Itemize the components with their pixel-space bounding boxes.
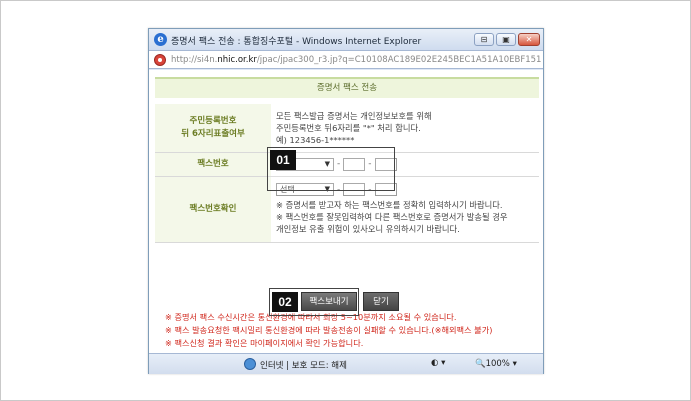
ssn-label-line1: 주민등록번호 <box>189 115 237 126</box>
form-row-ssn: 주민등록번호 뒤 6자리표출여부 모든 팩스발급 증명서는 개인정보보호를 위해… <box>155 104 539 153</box>
zone-status: 인터넷 | 보호 모드: 해제 <box>260 361 347 371</box>
send-fax-button[interactable]: 팩스보내기 <box>301 292 357 311</box>
callout-badge-02: 02 <box>272 292 298 312</box>
ssn-info-line: 모든 팩스발급 증명서는 개인정보보호를 위해 <box>276 110 432 121</box>
security-warning-icon <box>154 54 166 66</box>
fax-confirm-note: ※ 팩스번호를 잘못입력하여 다른 팩스번호로 증명서가 발송될 경우 <box>276 212 508 222</box>
zoom-level[interactable]: 🔍100% ▾ <box>475 359 517 369</box>
status-bar: 인터넷 | 보호 모드: 해제 ◐ ▾ 🔍100% ▾ <box>149 353 543 374</box>
restore-button[interactable]: ▣ <box>496 33 516 46</box>
close-button[interactable]: 닫기 <box>363 292 399 311</box>
url-domain: nhic.or.kr <box>217 55 257 65</box>
ssn-info-line: 주민등록번호 뒤6자리를 "*" 처리 합니다. <box>276 122 421 133</box>
ie-logo-icon: e <box>154 33 167 46</box>
ssn-info: 모든 팩스발급 증명서는 개인정보보호를 위해 주민등록번호 뒤6자리를 "*"… <box>271 104 539 153</box>
notice-item: ※ 팩스신청 결과 확인은 마이페이지에서 확인 가능합니다. <box>165 338 364 348</box>
window-title: 증명서 팩스 전송 : 통합징수포털 - Windows Internet Ex… <box>171 37 422 47</box>
url-prefix: http://si4n. <box>171 55 218 65</box>
address-bar[interactable]: http://si4n.nhic.or.kr/jpac/jpac300_r3.j… <box>149 51 543 69</box>
ssn-label: 주민등록번호 뒤 6자리표출여부 <box>155 104 271 153</box>
fax-confirm-note: 개인정보 유출 위험이 있사오니 유의하시기 바랍니다. <box>276 224 460 234</box>
fax-number-label: 팩스번호 <box>155 152 271 177</box>
security-settings-icon[interactable]: ◐ ▾ <box>431 358 445 368</box>
fax-confirm-note: ※ 증명서를 받고자 하는 팩스번호를 정확히 입력하시기 바랍니다. <box>276 200 503 210</box>
ie-popup-window: e 증명서 팩스 전송 : 통합징수포털 - Windows Internet … <box>148 28 544 374</box>
url-rest: /jpac/jpac300_r3.jp?q=C10108AC189E02E245… <box>256 55 541 65</box>
notice-item: ※ 팩스 발송요청한 팩시밀리 통신환경에 따라 발송전송이 실패할 수 있습니… <box>165 325 493 335</box>
page-title: 증명서 팩스 전송 <box>155 77 539 98</box>
notice-list: ※ 증명서 팩스 수신시간은 통신환경에 따라서 최장 5~10분까지 소요될 … <box>165 311 492 350</box>
callout-badge-01: 01 <box>270 150 296 170</box>
fax-confirm-label: 팩스번호확인 <box>155 176 271 243</box>
window-titlebar: e 증명서 팩스 전송 : 통합징수포털 - Windows Internet … <box>149 29 543 51</box>
close-window-button[interactable]: ✕ <box>518 33 540 46</box>
globe-icon <box>244 358 256 370</box>
url-text[interactable]: http://si4n.nhic.or.kr/jpac/jpac300_r3.j… <box>171 55 541 65</box>
ssn-label-line2: 뒤 6자리표출여부 <box>181 128 245 139</box>
ssn-info-line: 예) 123456-1****** <box>276 134 355 145</box>
minimize-button[interactable]: ⊟ <box>474 33 494 46</box>
